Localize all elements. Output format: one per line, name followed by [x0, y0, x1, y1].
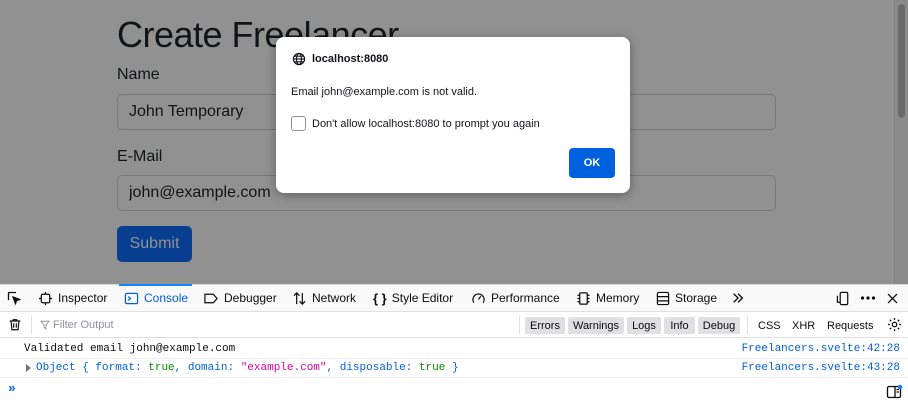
console-input-row[interactable]: »	[0, 378, 908, 410]
object-value: true	[418, 362, 446, 374]
tab-performance-label: Performance	[491, 291, 560, 305]
storage-icon	[656, 291, 670, 306]
element-picker-button[interactable]	[6, 285, 22, 311]
responsive-design-icon	[836, 291, 851, 306]
filter-warnings-button[interactable]: Warnings	[568, 317, 624, 334]
tab-network-label: Network	[312, 291, 357, 305]
filter-divider	[519, 316, 520, 334]
dialog-header: localhost:8080	[292, 52, 388, 66]
tab-network[interactable]: Network	[292, 285, 356, 311]
log-message: Validated email john@example.com	[24, 343, 236, 355]
memory-chip-icon	[576, 291, 591, 306]
globe-icon	[292, 52, 306, 66]
filter-logs-button[interactable]: Logs	[627, 317, 661, 334]
console-prompt: »	[8, 381, 16, 396]
object-key: format:	[95, 362, 142, 374]
tab-performance[interactable]: Performance	[471, 285, 560, 311]
more-horizontal-icon	[860, 295, 876, 301]
tab-storage-label: Storage	[675, 291, 718, 305]
tab-debugger-label: Debugger	[224, 291, 277, 305]
tab-console[interactable]: Console	[118, 284, 193, 311]
object-key: domain:	[187, 362, 235, 374]
log-object-preview[interactable]: Object { format: true, domain: "example.…	[36, 362, 459, 374]
more-tools-button[interactable]	[731, 285, 745, 311]
expand-triangle-icon[interactable]	[26, 364, 31, 372]
object-value: "example.com"	[240, 362, 327, 374]
devtools-panel: Inspector Console Debugger Network {} S…	[0, 284, 908, 410]
debugger-icon	[203, 291, 219, 306]
console-icon	[124, 291, 139, 306]
close-icon	[886, 292, 899, 305]
inspector-icon	[38, 291, 53, 306]
devtools-toolbar: Inspector Console Debugger Network {} S…	[0, 284, 908, 312]
filter-output-input[interactable]	[38, 315, 508, 335]
performance-gauge-icon	[471, 291, 486, 306]
object-value: true	[148, 362, 175, 374]
trash-icon[interactable]	[8, 317, 22, 332]
dialog-message: Email john@example.com is not valid.	[291, 86, 478, 98]
log-source-link[interactable]: Freelancers.svelte:43:28	[742, 362, 900, 374]
tab-storage[interactable]: Storage	[656, 285, 717, 311]
tab-console-label: Console	[144, 291, 189, 305]
filter-xhr-button[interactable]: XHR	[792, 317, 815, 334]
object-suffix: }	[445, 362, 459, 374]
console-log-row: Validated email john@example.com Freelan…	[0, 340, 908, 359]
filter-debug-button[interactable]: Debug	[698, 317, 740, 334]
tab-style-editor[interactable]: { } Style Editor	[373, 285, 453, 311]
page-viewport: Create Freelancer Name E-Mail Submit loc…	[0, 0, 908, 284]
network-icon	[292, 291, 307, 306]
dialog-suppress-option[interactable]: Don't allow localhost:8080 to prompt you…	[291, 116, 540, 131]
dialog-origin: localhost:8080	[312, 53, 389, 65]
tab-memory[interactable]: Memory	[576, 285, 639, 311]
alert-dialog: localhost:8080 Email john@example.com is…	[276, 37, 630, 193]
split-console-icon[interactable]	[886, 384, 902, 400]
filter-errors-button[interactable]: Errors	[525, 317, 565, 334]
object-prefix: Object {	[36, 362, 96, 374]
ok-button[interactable]: OK	[569, 148, 615, 178]
object-key: disposable:	[339, 362, 413, 374]
log-source-link[interactable]: Freelancers.svelte:42:28	[742, 343, 900, 355]
filter-requests-button[interactable]: Requests	[827, 317, 873, 334]
suppress-prompts-label[interactable]: Don't allow localhost:8080 to prompt you…	[312, 118, 540, 130]
double-chevron-right-icon	[731, 291, 745, 305]
filter-info-button[interactable]: Info	[664, 317, 695, 334]
console-filter-bar: Errors Warnings Logs Info Debug CSS XHR …	[0, 312, 908, 338]
filter-css-button[interactable]: CSS	[758, 317, 781, 334]
devtools-menu-button[interactable]	[860, 285, 876, 311]
responsive-design-button[interactable]	[836, 285, 851, 311]
tab-inspector[interactable]: Inspector	[38, 285, 107, 311]
filter-divider	[747, 316, 748, 334]
tab-debugger[interactable]: Debugger	[203, 285, 277, 311]
braces-icon: { }	[373, 290, 387, 306]
close-devtools-button[interactable]	[886, 285, 899, 311]
element-picker-icon	[6, 290, 22, 306]
console-log-row: Object { format: true, domain: "example.…	[0, 359, 908, 378]
tab-memory-label: Memory	[596, 291, 640, 305]
suppress-prompts-checkbox[interactable]	[291, 116, 306, 131]
filter-divider	[31, 316, 32, 334]
tab-style-editor-label: Style Editor	[391, 291, 454, 305]
tab-inspector-label: Inspector	[58, 291, 108, 305]
console-settings-gear-icon[interactable]	[887, 317, 902, 332]
